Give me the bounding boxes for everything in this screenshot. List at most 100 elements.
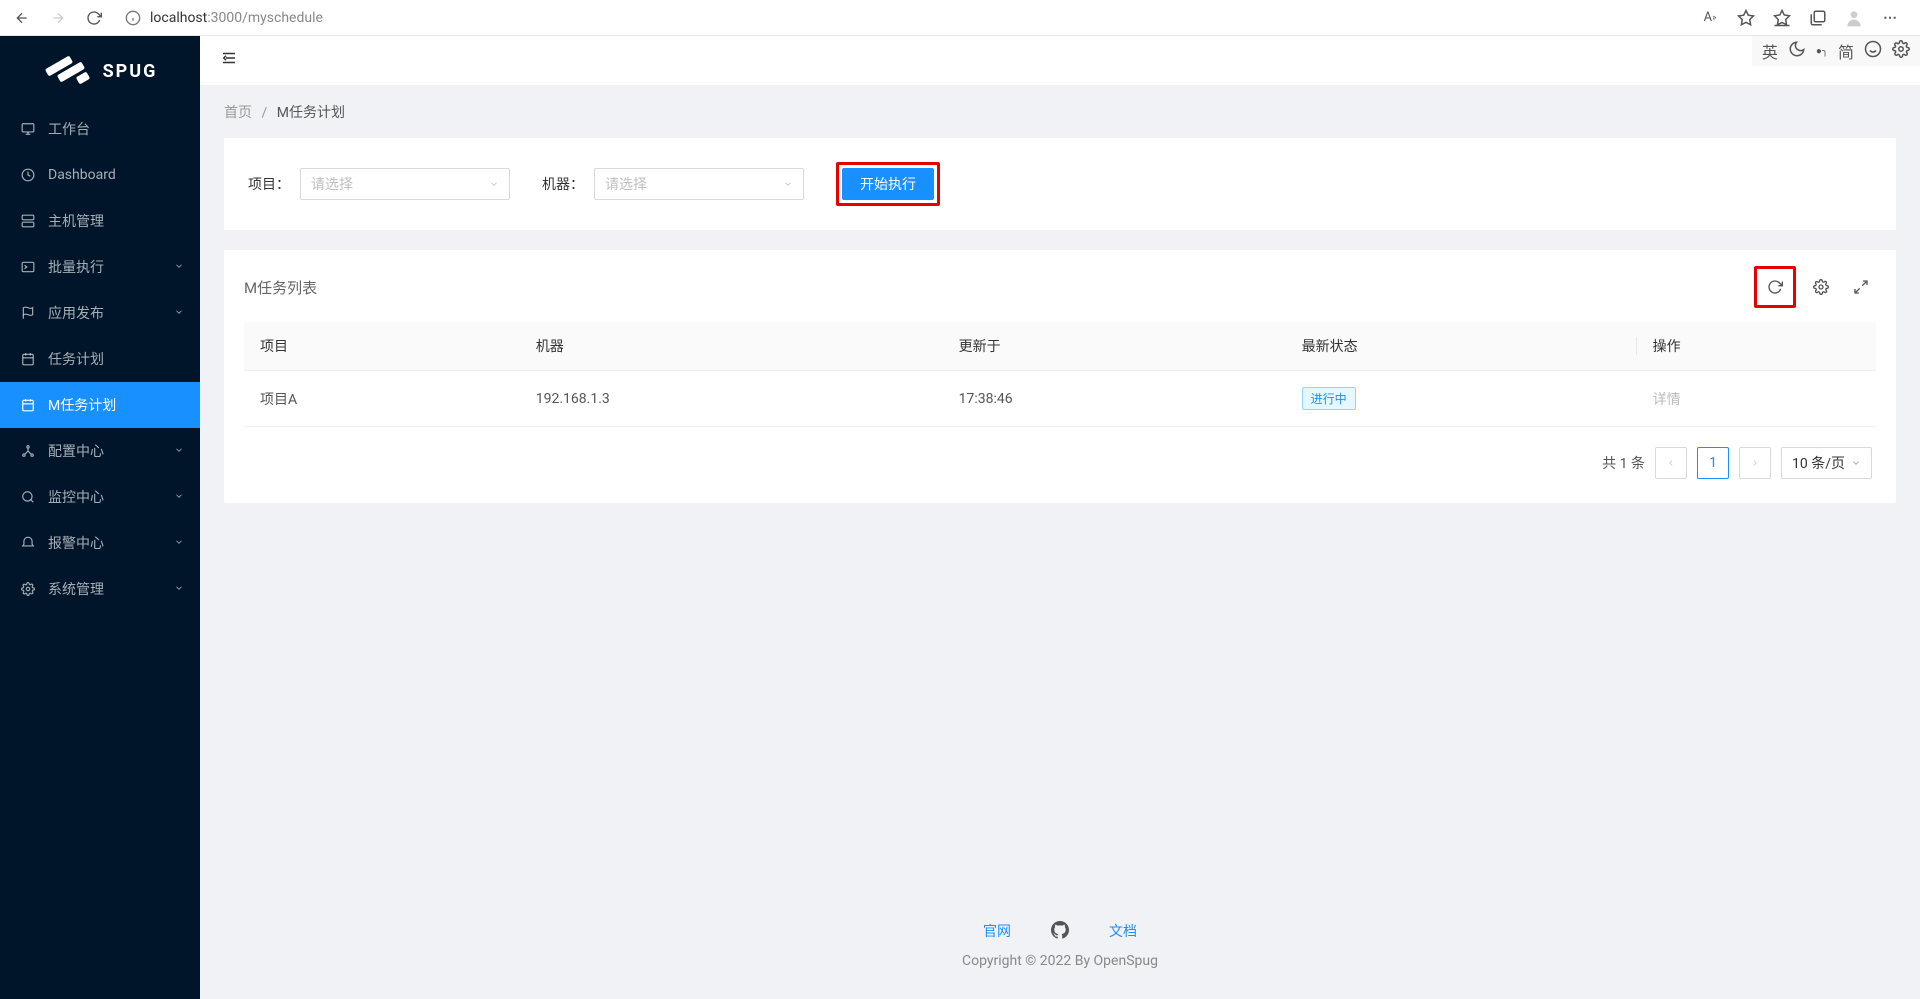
ext-lang[interactable]: 英 xyxy=(1762,39,1778,63)
table-title: M任务列表 xyxy=(244,277,317,298)
server-icon xyxy=(20,213,36,229)
back-button[interactable] xyxy=(8,4,36,32)
cell-updated: 17:38:46 xyxy=(943,371,1286,427)
chevron-down-icon xyxy=(489,179,499,189)
url-bar[interactable]: localhost:3000/myschedule xyxy=(116,4,1688,32)
prev-page[interactable] xyxy=(1655,447,1687,479)
reload-button[interactable] xyxy=(80,4,108,32)
next-page[interactable] xyxy=(1739,447,1771,479)
sidebar-item-system[interactable]: 系统管理 xyxy=(0,566,200,612)
machine-select[interactable]: 请选择 xyxy=(594,168,804,200)
sidebar-item-dashboard[interactable]: Dashboard xyxy=(0,152,200,198)
topbar xyxy=(200,36,1920,86)
cell-machine: 192.168.1.3 xyxy=(520,371,943,427)
sidebar-item-batch[interactable]: 批量执行 xyxy=(0,244,200,290)
fullscreen-button[interactable] xyxy=(1846,272,1876,302)
favorite-icon[interactable] xyxy=(1732,4,1760,32)
sidebar-item-label: 任务计划 xyxy=(48,349,104,369)
execute-button[interactable]: 开始执行 xyxy=(842,168,934,200)
chevron-down-icon xyxy=(174,489,184,505)
filter-machine-label: 机器： xyxy=(542,174,584,194)
calendar-icon xyxy=(20,351,36,367)
task-table: 项目 机器 更新于 最新状态 操作 项目A 192.168.1.3 17:38:… xyxy=(244,322,1876,427)
sidebar-item-label: 主机管理 xyxy=(48,211,104,231)
project-select[interactable]: 请选择 xyxy=(300,168,510,200)
pagination: 共 1 条 1 10 条/页 xyxy=(244,447,1876,479)
refresh-button[interactable] xyxy=(1760,272,1790,302)
chevron-down-icon xyxy=(174,535,184,551)
footer: 官网 文档 Copyright © 2022 By OpenSpug xyxy=(200,901,1920,999)
sidebar-item-label: Dashboard xyxy=(48,167,116,183)
sidebar-item-schedule[interactable]: 任务计划 xyxy=(0,336,200,382)
sidebar-item-myschedule[interactable]: M任务计划 xyxy=(0,382,200,428)
sidebar-item-config[interactable]: 配置中心 xyxy=(0,428,200,474)
sidebar-item-label: 报警中心 xyxy=(48,533,104,553)
ext-simp[interactable]: 简 xyxy=(1838,39,1854,63)
status-tag: 进行中 xyxy=(1302,387,1356,410)
detail-link[interactable]: 详情 xyxy=(1653,392,1681,408)
sidebar-item-alarm[interactable]: 报警中心 xyxy=(0,520,200,566)
logo-icon xyxy=(43,56,93,86)
menu-icon[interactable]: ⋯ xyxy=(1876,4,1904,32)
extension-bar: 英 ●╮ 简 xyxy=(1752,36,1920,66)
dot-icon[interactable]: ●╮ xyxy=(1816,46,1828,57)
sidebar-item-workspace[interactable]: 工作台 xyxy=(0,106,200,152)
flag-icon xyxy=(20,305,36,321)
info-icon xyxy=(124,9,142,27)
search-icon xyxy=(20,489,36,505)
chevron-down-icon xyxy=(174,443,184,459)
copyright: Copyright © 2022 By OpenSpug xyxy=(200,953,1920,969)
sidebar-item-hosts[interactable]: 主机管理 xyxy=(0,198,200,244)
highlight-execute: 开始执行 xyxy=(836,162,940,206)
smile-icon[interactable] xyxy=(1864,40,1882,62)
terminal-icon xyxy=(20,259,36,275)
text-size-icon[interactable]: A» xyxy=(1696,4,1724,32)
sidebar-item-label: 监控中心 xyxy=(48,487,104,507)
settings-button[interactable] xyxy=(1806,272,1836,302)
breadcrumb-sep: / xyxy=(261,105,267,121)
footer-link-docs[interactable]: 文档 xyxy=(1109,921,1137,943)
filter-panel: 项目： 请选择 机器： 请选择 开始执行 xyxy=(224,138,1896,230)
th-machine: 机器 xyxy=(520,322,943,371)
chevron-down-icon xyxy=(1851,458,1861,468)
github-icon[interactable] xyxy=(1051,921,1069,943)
gear-icon[interactable] xyxy=(1892,40,1910,62)
page-1[interactable]: 1 xyxy=(1697,447,1729,479)
chevron-down-icon xyxy=(174,305,184,321)
chevron-down-icon xyxy=(783,179,793,189)
moon-icon[interactable] xyxy=(1788,40,1806,62)
calendar-icon xyxy=(20,397,36,413)
cell-project: 项目A xyxy=(244,371,520,427)
sidebar-item-monitor[interactable]: 监控中心 xyxy=(0,474,200,520)
chevron-down-icon xyxy=(174,259,184,275)
sidebar: SPUG 工作台 Dashboard 主机管理 批量执行 应用发布 任务计划 xyxy=(0,36,200,999)
dashboard-icon xyxy=(20,167,36,183)
logo[interactable]: SPUG xyxy=(0,36,200,106)
sidebar-item-label: M任务计划 xyxy=(48,395,116,415)
logo-text: SPUG xyxy=(103,61,158,82)
sidebar-item-label: 系统管理 xyxy=(48,579,104,599)
url-text: localhost:3000/myschedule xyxy=(150,10,323,26)
sidebar-item-label: 应用发布 xyxy=(48,303,104,323)
footer-link-website[interactable]: 官网 xyxy=(983,921,1011,943)
main-content: 首页 / M任务计划 项目： 请选择 机器： 请选择 开始执行 xyxy=(200,36,1920,999)
sidebar-item-deploy[interactable]: 应用发布 xyxy=(0,290,200,336)
collapse-sidebar-button[interactable] xyxy=(220,49,238,72)
filter-project-label: 项目： xyxy=(248,174,290,194)
highlight-refresh xyxy=(1754,266,1796,308)
favorites-bar-icon[interactable] xyxy=(1768,4,1796,32)
table-panel: M任务列表 xyxy=(224,250,1896,503)
desktop-icon xyxy=(20,121,36,137)
gear-icon xyxy=(20,581,36,597)
profile-icon[interactable] xyxy=(1840,4,1868,32)
pagination-total: 共 1 条 xyxy=(1602,453,1645,473)
collections-icon[interactable] xyxy=(1804,4,1832,32)
cell-status: 进行中 xyxy=(1286,371,1637,427)
table-row: 项目A 192.168.1.3 17:38:46 进行中 详情 xyxy=(244,371,1876,427)
cluster-icon xyxy=(20,443,36,459)
page-size-select[interactable]: 10 条/页 xyxy=(1781,447,1872,479)
browser-bar: localhost:3000/myschedule A» ⋯ xyxy=(0,0,1920,36)
breadcrumb-home[interactable]: 首页 xyxy=(224,105,252,121)
th-project: 项目 xyxy=(244,322,520,371)
forward-button[interactable] xyxy=(44,4,72,32)
